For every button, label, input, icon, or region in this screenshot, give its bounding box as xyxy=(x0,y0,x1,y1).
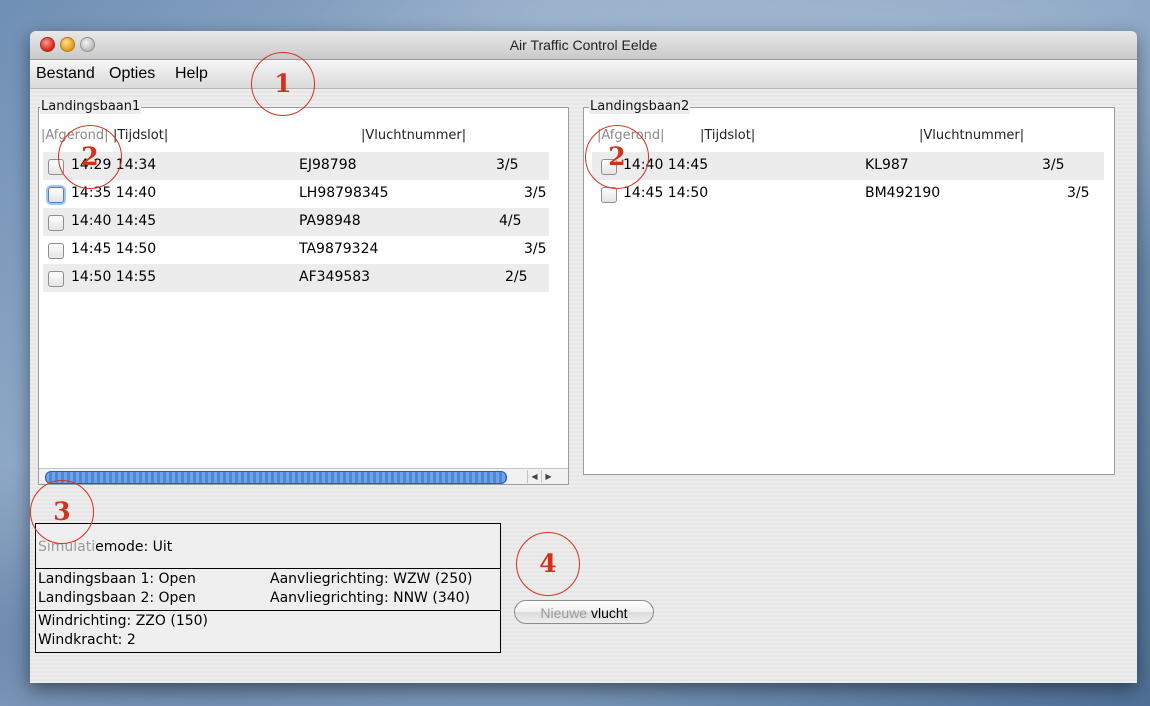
header-tijdslot[interactable]: |Tijdslot| xyxy=(700,128,755,143)
score-cell: 3/5 xyxy=(496,157,519,173)
annotation-callout-2b: 2 xyxy=(585,125,649,189)
score-cell: 3/5 xyxy=(1042,157,1065,173)
afgerond-checkbox[interactable] xyxy=(48,271,64,287)
score-cell: 4/5 xyxy=(499,213,522,229)
runway1-approach: Aanvliegrichting: WZW (250) xyxy=(270,571,473,587)
flight-row[interactable]: 14:45 14:50 BM492190 3/5 xyxy=(592,180,1104,208)
wind-direction: Windrichting: ZZO (150) xyxy=(38,613,209,629)
annotation-callout-2a: 2 xyxy=(58,125,122,189)
scroll-left-icon[interactable]: ◀ xyxy=(527,470,541,483)
window-title: Air Traffic Control Eelde xyxy=(509,37,658,53)
flight-number-cell: TA9879324 xyxy=(299,241,379,257)
annotation-callout-1: 1 xyxy=(251,52,315,116)
runway1-title: Landingsbaan1 xyxy=(40,99,142,114)
title-bar: Air Traffic Control Eelde xyxy=(30,31,1137,60)
timeslot-cell: 14:45 14:50 xyxy=(623,185,709,201)
header-vluchtnummer[interactable]: |Vluchtnummer| xyxy=(919,128,1024,143)
runway-status-box: Landingsbaan 1: Open Aanvliegrichting: W… xyxy=(35,568,501,611)
wind-status-box: Windrichting: ZZO (150) Windkracht: 2 xyxy=(35,610,501,653)
timeslot-cell: 14:50 14:55 xyxy=(71,269,157,285)
wind-force: Windkracht: 2 xyxy=(38,632,136,648)
scrollbar-thumb[interactable] xyxy=(45,471,507,484)
score-cell: 2/5 xyxy=(505,269,528,285)
flight-row[interactable]: 14:45 14:50 TA9879324 3/5 xyxy=(43,236,549,264)
flight-row[interactable]: 14:40 14:45 PA98948 4/5 xyxy=(43,208,549,236)
header-vluchtnummer[interactable]: |Vluchtnummer| xyxy=(361,128,466,143)
timeslot-cell: 14:40 14:45 xyxy=(71,213,157,229)
afgerond-checkbox[interactable] xyxy=(601,187,617,203)
afgerond-checkbox[interactable] xyxy=(48,243,64,259)
menu-bestand[interactable]: Bestand xyxy=(36,65,95,83)
flight-number-cell: LH98798345 xyxy=(299,185,389,201)
main-content: Landingsbaan1 |Afgerond| |Tijdslot| |Vlu… xyxy=(30,89,1137,683)
runway1-status: Landingsbaan 1: Open xyxy=(38,571,196,587)
score-cell: 3/5 xyxy=(524,241,547,257)
flight-number-cell: BM492190 xyxy=(865,185,941,201)
score-cell: 3/5 xyxy=(524,185,547,201)
app-window: Air Traffic Control Eelde Bestand Opties… xyxy=(30,31,1137,683)
simulation-mode-box: Simulatiemode: Uit xyxy=(35,523,501,569)
annotation-callout-4: 4 xyxy=(516,532,580,596)
runway2-approach: Aanvliegrichting: NNW (340) xyxy=(270,590,470,606)
flight-row[interactable]: 14:50 14:55 AF349583 2/5 xyxy=(43,264,549,292)
afgerond-checkbox[interactable] xyxy=(48,187,64,203)
score-cell: 3/5 xyxy=(1067,185,1090,201)
menu-help[interactable]: Help xyxy=(175,65,208,83)
timeslot-cell: 14:45 14:50 xyxy=(71,241,157,257)
runway2-panel: Landingsbaan2 |Afgerond| |Tijdslot| |Vlu… xyxy=(583,99,1115,475)
scroll-right-icon[interactable]: ▶ xyxy=(541,470,555,483)
flight-row[interactable]: 14:40 14:45 KL987 3/5 xyxy=(592,152,1104,180)
menu-opties[interactable]: Opties xyxy=(109,65,155,83)
header-tijdslot[interactable]: |Tijdslot| xyxy=(113,128,168,143)
runway2-status: Landingsbaan 2: Open xyxy=(38,590,196,606)
flight-number-cell: PA98948 xyxy=(299,213,361,229)
runway1-horizontal-scrollbar[interactable]: ◀ ▶ xyxy=(39,468,568,484)
flight-row[interactable]: 14:35 14:40 LH98798345 3/5 xyxy=(43,180,549,208)
runway2-column-headers: |Afgerond| |Tijdslot| |Vluchtnummer| xyxy=(597,128,1107,146)
new-flight-button[interactable]: Nieuwe vlucht xyxy=(514,600,654,624)
flight-number-cell: AF349583 xyxy=(299,269,371,285)
menu-bar: Bestand Opties Help xyxy=(30,60,1137,89)
annotation-callout-3: 3 xyxy=(30,480,94,544)
runway2-title: Landingsbaan2 xyxy=(589,99,691,114)
afgerond-checkbox[interactable] xyxy=(48,215,64,231)
flight-number-cell: EJ98798 xyxy=(299,157,357,173)
flight-number-cell: KL987 xyxy=(865,157,909,173)
